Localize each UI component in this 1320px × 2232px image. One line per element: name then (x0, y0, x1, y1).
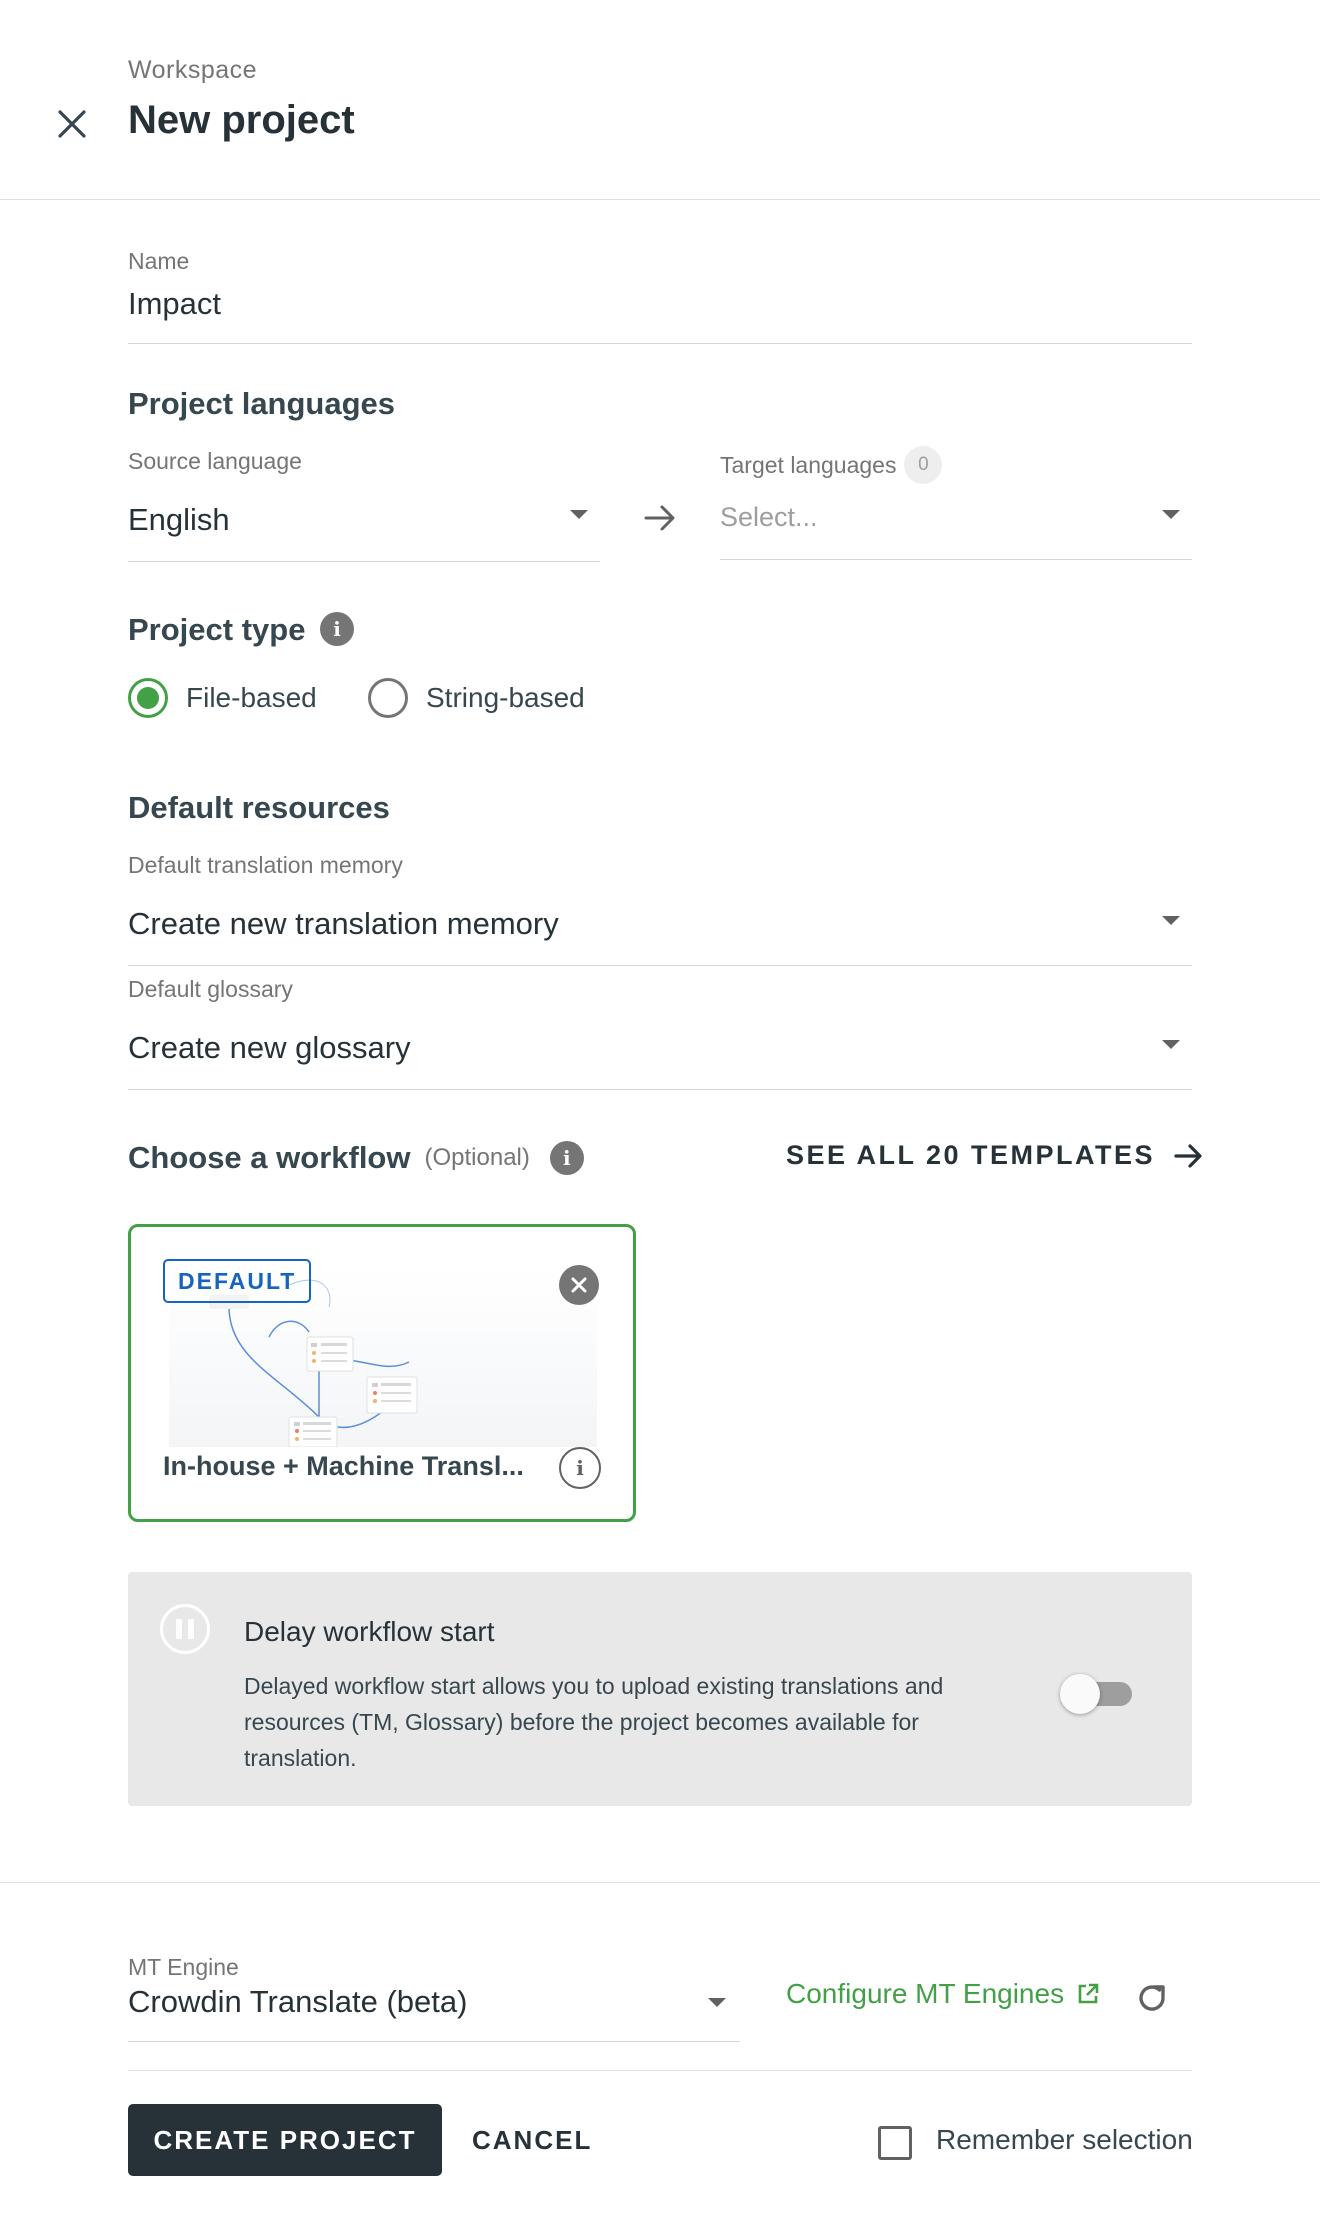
delay-workflow-description: Delayed workflow start allows you to upl… (244, 1673, 944, 1771)
mt-engine-select[interactable]: Crowdin Translate (beta) (128, 1980, 740, 2042)
default-resources-heading: Default resources (128, 790, 390, 825)
project-type-info-icon[interactable]: i (320, 612, 354, 646)
radio-unchecked-icon (368, 678, 408, 718)
delay-workflow-toggle[interactable] (1060, 1672, 1136, 1714)
default-badge: DEFAULT (163, 1259, 312, 1303)
external-link-icon (1078, 1983, 1099, 2004)
section-divider (0, 1882, 1320, 1883)
target-languages-label: Target languages 0 (720, 446, 943, 484)
workflow-info-icon[interactable]: i (549, 1141, 584, 1175)
cancel-button[interactable]: CANCEL (472, 2104, 592, 2176)
workflow-card[interactable]: DEFAULT In-house + Machine Transl... i (128, 1224, 636, 1522)
radio-file-based[interactable]: File-based (128, 678, 317, 718)
see-all-templates-label: SEE ALL 20 TEMPLATES (786, 1140, 1156, 1170)
configure-mt-engines-link[interactable]: Configure MT Engines (786, 1978, 1100, 2010)
workflow-card-info-icon[interactable]: i (559, 1447, 601, 1489)
radio-checked-icon (128, 678, 168, 718)
target-languages-placeholder: Select... (720, 502, 818, 532)
arrow-right-icon (644, 505, 675, 531)
source-language-select[interactable]: English (128, 496, 600, 562)
workflow-optional-label: (Optional) (424, 1144, 530, 1171)
glossary-label: Default glossary (128, 976, 293, 1002)
chevron-down-icon (1162, 916, 1180, 925)
breadcrumb: Workspace (128, 56, 258, 84)
create-project-button[interactable]: CREATE PROJECT (128, 2104, 442, 2176)
remember-selection-label[interactable]: Remember selection (936, 2124, 1193, 2156)
source-language-value: English (128, 502, 230, 537)
toggle-thumb (1060, 1674, 1100, 1714)
target-languages-label-text: Target languages (720, 451, 897, 478)
name-value: Impact (128, 286, 222, 321)
arrow-right-icon (1174, 1143, 1202, 1168)
chevron-down-icon (570, 510, 588, 519)
chevron-down-icon (1162, 510, 1180, 519)
dialog-header: Workspace New project (0, 0, 1320, 200)
close-icon (58, 110, 86, 138)
radio-file-based-label: File-based (186, 682, 317, 713)
radio-string-based[interactable]: String-based (368, 678, 585, 718)
source-language-label: Source language (128, 448, 302, 474)
pause-icon (160, 1604, 210, 1654)
delay-workflow-title: Delay workflow start (244, 1616, 495, 1647)
refresh-button[interactable] (1132, 1978, 1172, 2018)
page-title: New project (128, 98, 355, 142)
radio-string-based-label: String-based (426, 682, 585, 713)
glossary-value: Create new glossary (128, 1030, 411, 1065)
remember-selection-checkbox[interactable] (878, 2126, 912, 2160)
chevron-down-icon (1162, 1040, 1180, 1049)
workflow-heading-row: Choose a workflow (Optional) i (128, 1140, 584, 1176)
project-type-heading: Project type (128, 612, 306, 647)
close-button[interactable] (48, 100, 96, 148)
target-count-badge: 0 (904, 446, 943, 484)
mt-engine-value: Crowdin Translate (beta) (128, 1984, 468, 2019)
chevron-down-icon (708, 1998, 726, 2007)
delay-workflow-panel: Delay workflow start Delayed workflow st… (128, 1572, 1192, 1806)
footer-divider (128, 2070, 1192, 2071)
remove-workflow-button[interactable] (559, 1265, 599, 1305)
name-label: Name (128, 248, 190, 274)
refresh-icon (1139, 1985, 1165, 2011)
configure-mt-engines-label: Configure MT Engines (786, 1978, 1065, 2009)
languages-heading: Project languages (128, 386, 396, 421)
target-languages-select[interactable]: Select... (720, 496, 1192, 560)
tm-value: Create new translation memory (128, 906, 559, 941)
glossary-select[interactable]: Create new glossary (128, 1024, 1192, 1090)
close-icon (571, 1277, 587, 1293)
see-all-templates-link[interactable]: SEE ALL 20 TEMPLATES (786, 1140, 1203, 1171)
name-field[interactable]: Impact (128, 280, 1192, 344)
workflow-card-title: In-house + Machine Transl... (163, 1451, 524, 1481)
workflow-heading: Choose a workflow (128, 1140, 411, 1175)
tm-label: Default translation memory (128, 852, 403, 878)
tm-select[interactable]: Create new translation memory (128, 900, 1192, 966)
mt-engine-label: MT Engine (128, 1954, 239, 1980)
